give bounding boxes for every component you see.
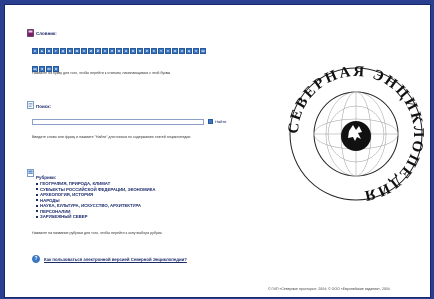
alphabet-title: Словник:	[36, 31, 57, 36]
book-icon	[27, 29, 34, 37]
alphabet-letter[interactable]: М	[116, 48, 122, 54]
alphabet-letter[interactable]: Р	[144, 48, 150, 54]
alphabet-letter[interactable]: Й	[95, 48, 101, 54]
rubric-item[interactable]: ЗАРУБЕЖНЫЙ СЕВЕР	[36, 214, 156, 220]
alphabet-letter[interactable]: Ж	[74, 48, 80, 54]
alphabet-letter[interactable]: И	[88, 48, 94, 54]
search-input[interactable]	[32, 119, 204, 125]
alphabet-letter[interactable]: Е	[67, 48, 73, 54]
search-button[interactable]: Найти	[208, 119, 226, 124]
alphabet-letter[interactable]: П	[137, 48, 143, 54]
alphabet-letter[interactable]: А	[32, 48, 38, 54]
main-page: Словник: А Б В Г Д Е Ж З И Й К Л М Н О П Р С Т У Ф Х Ц Ч ШЩ Э Ю Я Н…	[4, 4, 431, 298]
alphabet-letter[interactable]: В	[46, 48, 52, 54]
rubrics-icon	[27, 169, 34, 177]
alphabet-hint: Нажмите на букву для того, чтобы перейти…	[32, 71, 171, 75]
alphabet-letter[interactable]: Б	[39, 48, 45, 54]
alphabet-letter[interactable]: Ц	[186, 48, 192, 54]
copyright-footer: © ГИП «Северные просторы», 2004; © ООО «…	[268, 287, 390, 291]
rubrics-list: ГЕОГРАФИЯ, ПРИРОДА, КЛИМАТ СУБЪЕКТЫ РОСС…	[36, 181, 156, 220]
search-button-label: Найти	[215, 119, 227, 124]
alphabet-letter[interactable]: С	[151, 48, 157, 54]
alphabet-letter[interactable]: Т	[158, 48, 164, 54]
help-link-row[interactable]: ? Как пользоваться электронной версией С…	[32, 255, 187, 263]
alphabet-letter[interactable]: Ч	[193, 48, 199, 54]
alphabet-letter[interactable]: Ш	[200, 48, 206, 54]
alphabet-letter[interactable]: Г	[53, 48, 59, 54]
alphabet-letter[interactable]: Н	[123, 48, 129, 54]
rubrics-hint: Нажмите на название рубрики для того, чт…	[32, 231, 163, 235]
alphabet-letter[interactable]: Х	[179, 48, 185, 54]
search-hint: Введите слово или фразу и нажмите "Найти…	[32, 135, 191, 139]
document-icon	[27, 101, 34, 109]
alphabet-letter[interactable]: Ф	[172, 48, 178, 54]
alphabet-index: А Б В Г Д Е Ж З И Й К Л М Н О П Р С Т У Ф Х Ц Ч ШЩ Э Ю Я	[32, 48, 208, 84]
rubrics-title: Рубрики:	[36, 175, 57, 180]
alphabet-letter[interactable]: Л	[109, 48, 115, 54]
alphabet-letter[interactable]: У	[165, 48, 171, 54]
alphabet-letter[interactable]: Д	[60, 48, 66, 54]
alphabet-letter[interactable]: К	[102, 48, 108, 54]
search-title: Поиск:	[36, 104, 52, 109]
search-arrow-icon	[208, 119, 213, 124]
encyclopedia-logo: СЕВЕРНАЯ ЭНЦИКЛОПЕДИЯ	[286, 64, 424, 204]
alphabet-letter[interactable]: З	[81, 48, 87, 54]
alphabet-letter[interactable]: О	[130, 48, 136, 54]
help-icon: ?	[32, 255, 40, 263]
help-link[interactable]: Как пользоваться электронной версией Сев…	[44, 257, 187, 262]
